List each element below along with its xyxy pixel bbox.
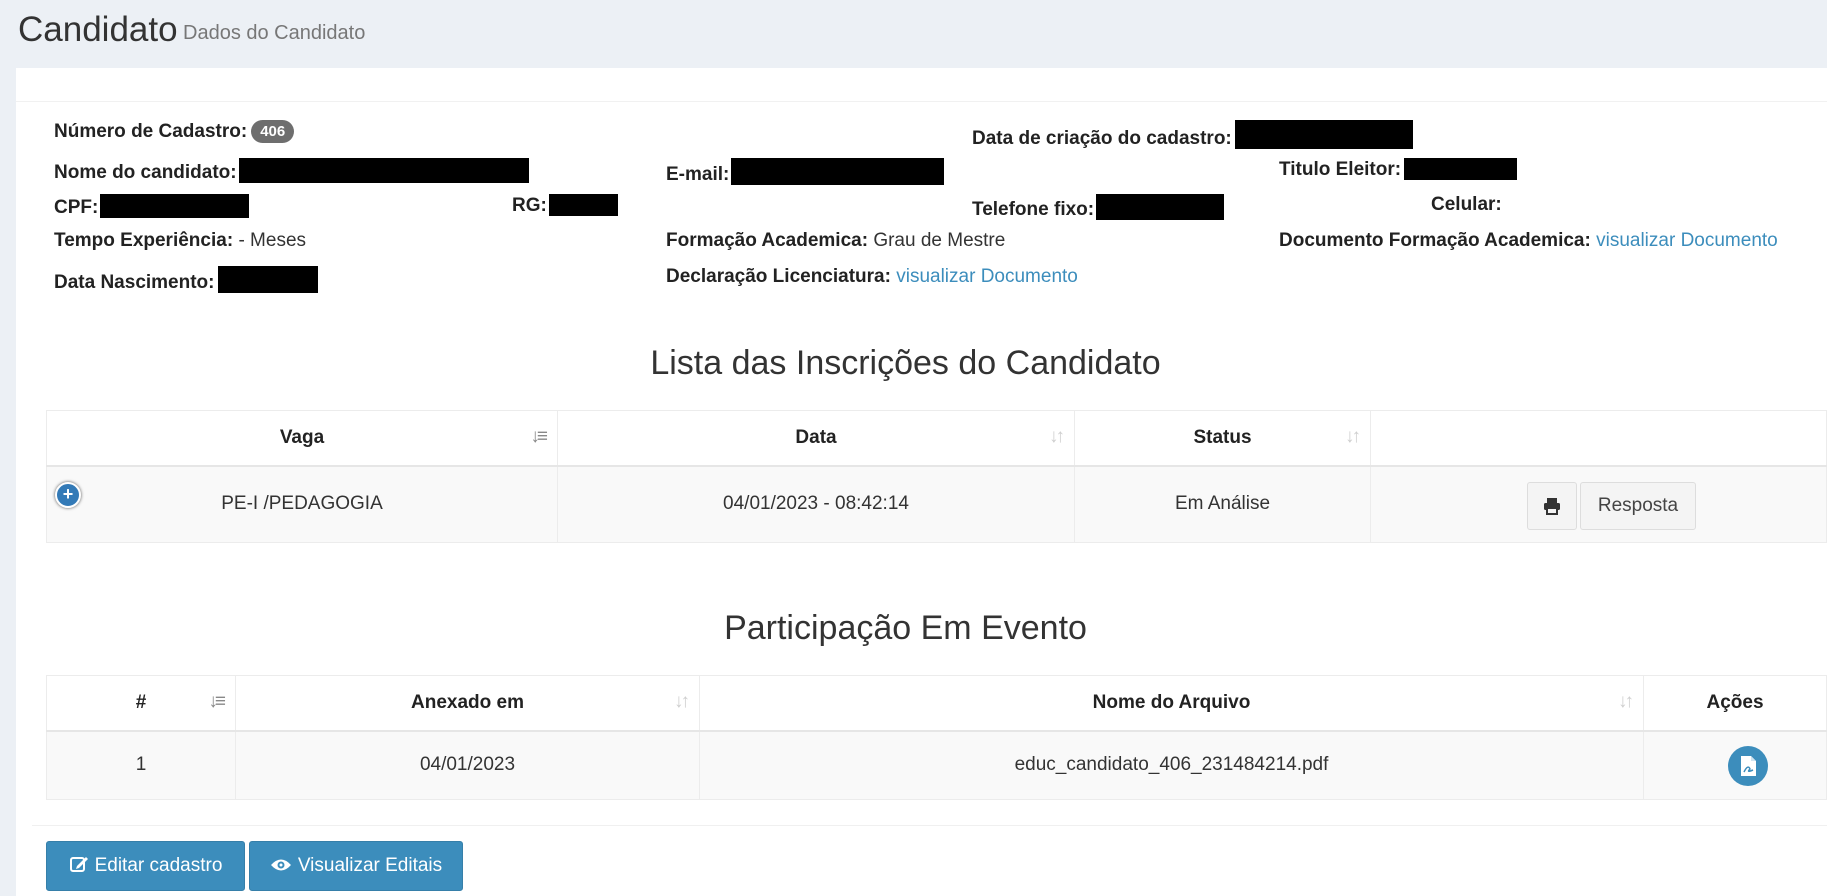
redacted-rg (548, 194, 618, 216)
redacted-telefone (1096, 194, 1225, 220)
print-icon (1544, 498, 1560, 515)
content-header: Candidato Dados do Candidato (0, 0, 1827, 68)
col-acoes: Ações (1643, 675, 1827, 732)
rg-field: RG: (512, 194, 618, 217)
footer-divider (32, 825, 1827, 826)
page-title: Candidato (18, 10, 178, 49)
sort-desc-icon[interactable]: ↓≡ (530, 426, 548, 448)
titulo-field: Titulo Eleitor: (1279, 158, 1518, 181)
doc-formacao-label: Documento Formação Academica: (1279, 230, 1591, 251)
cpf-field: CPF: (54, 194, 250, 219)
sort-desc-icon[interactable]: ↓≡ (208, 691, 226, 713)
col-acoes-label: Ações (1706, 692, 1764, 713)
data-criacao-label: Data de criação do cadastro: (972, 128, 1232, 149)
telefone-label: Telefone fixo: (972, 199, 1095, 220)
col-arquivo-label: Nome do Arquivo (1092, 692, 1251, 713)
formacao-label: Formação Academica: (666, 230, 869, 251)
eventos-title: Participação Em Evento (724, 609, 1087, 647)
doc-formacao-link[interactable]: visualizar Documento (1596, 230, 1778, 251)
experiencia-label: Tempo Experiência: (54, 230, 234, 251)
col-arquivo[interactable]: Nome do Arquivo ↓↑ (699, 675, 1644, 732)
col-num-label: # (135, 692, 147, 713)
redacted-data-criacao (1234, 120, 1413, 149)
cell-num: 1 (46, 730, 236, 800)
col-num[interactable]: # ↓≡ (46, 675, 236, 732)
col-status-label: Status (1193, 427, 1252, 448)
panel-divider (16, 101, 1827, 102)
inscricoes-title: Lista das Inscrições do Candidato (650, 344, 1161, 382)
cell-vaga: PE-I /PEDAGOGIA (46, 465, 558, 543)
table-row: 1 04/01/2023 educ_candidato_406_23148421… (46, 730, 1827, 800)
data-criacao-field: Data de criação do cadastro: (972, 120, 1413, 150)
print-button[interactable] (1527, 482, 1577, 530)
licenciatura-link[interactable]: visualizar Documento (896, 266, 1078, 287)
cpf-label: CPF: (54, 197, 99, 218)
titulo-label: Titulo Eleitor: (1279, 159, 1402, 180)
col-vaga-label: Vaga (279, 427, 325, 448)
col-vaga[interactable]: Vaga ↓≡ (46, 410, 558, 467)
licenciatura-field: Declaração Licenciatura: visualizar Docu… (666, 266, 1078, 288)
celular-label: Celular: (1431, 194, 1502, 215)
col-actions (1370, 410, 1827, 467)
cadastro-label: Número de Cadastro: (54, 121, 248, 142)
edit-icon (69, 857, 88, 872)
page-subtitle: Dados do Candidato (183, 22, 366, 44)
visualizar-editais-label: Visualizar Editais (297, 855, 443, 876)
expand-row-icon[interactable]: + (55, 482, 81, 508)
telefone-field: Telefone fixo: (972, 194, 1225, 221)
email-label: E-mail: (666, 164, 730, 185)
cell-status: Em Análise (1074, 465, 1371, 543)
nome-field: Nome do candidato: (54, 158, 529, 184)
resposta-button[interactable]: Resposta (1580, 482, 1696, 530)
col-status[interactable]: Status ↓↑ (1074, 410, 1371, 467)
redacted-titulo (1404, 158, 1518, 180)
redacted-nascimento (217, 266, 318, 293)
celular-field: Celular: (1431, 194, 1502, 216)
col-data[interactable]: Data ↓↑ (557, 410, 1075, 467)
sort-both-icon[interactable]: ↓↑ (1049, 426, 1065, 448)
rg-label: RG: (512, 195, 547, 216)
cadastro-field: Número de Cadastro: 406 (54, 120, 295, 143)
formacao-value: Grau de Mestre (873, 230, 1006, 251)
experiencia-value: - Meses (238, 230, 307, 251)
formacao-field: Formação Academica: Grau de Mestre (666, 230, 1005, 252)
sort-both-icon[interactable]: ↓↑ (674, 691, 690, 713)
editar-cadastro-label: Editar cadastro (94, 855, 223, 876)
nome-label: Nome do candidato: (54, 162, 237, 183)
redacted-nome (238, 158, 529, 183)
col-anexado-label: Anexado em (411, 692, 524, 713)
email-field: E-mail: (666, 158, 945, 186)
cadastro-badge: 406 (251, 120, 295, 143)
experiencia-field: Tempo Experiência: - Meses (54, 230, 306, 252)
nascimento-field: Data Nascimento: (54, 266, 318, 294)
redacted-email (731, 158, 945, 185)
doc-formacao-field: Documento Formação Academica: visualizar… (1279, 230, 1778, 252)
eye-icon (270, 859, 291, 871)
nascimento-label: Data Nascimento: (54, 272, 215, 293)
sort-both-icon[interactable]: ↓↑ (1618, 691, 1634, 713)
col-data-label: Data (795, 427, 837, 448)
pdf-file-button[interactable] (1728, 746, 1768, 786)
eventos-table: # ↓≡ Anexado em ↓↑ Nome do Arquivo ↓↑ Ações… (46, 675, 1827, 800)
licenciatura-label: Declaração Licenciatura: (666, 266, 891, 287)
cell-anexado: 04/01/2023 (235, 730, 700, 800)
cell-arquivo: educ_candidato_406_231484214.pdf (699, 730, 1644, 800)
visualizar-editais-button[interactable]: Visualizar Editais (249, 841, 463, 891)
pdf-file-icon (1741, 756, 1756, 776)
editar-cadastro-button[interactable]: Editar cadastro (46, 841, 245, 891)
cell-data: 04/01/2023 - 08:42:14 (557, 465, 1075, 543)
redacted-cpf (100, 194, 250, 218)
sort-both-icon[interactable]: ↓↑ (1345, 426, 1361, 448)
col-anexado[interactable]: Anexado em ↓↑ (235, 675, 700, 732)
